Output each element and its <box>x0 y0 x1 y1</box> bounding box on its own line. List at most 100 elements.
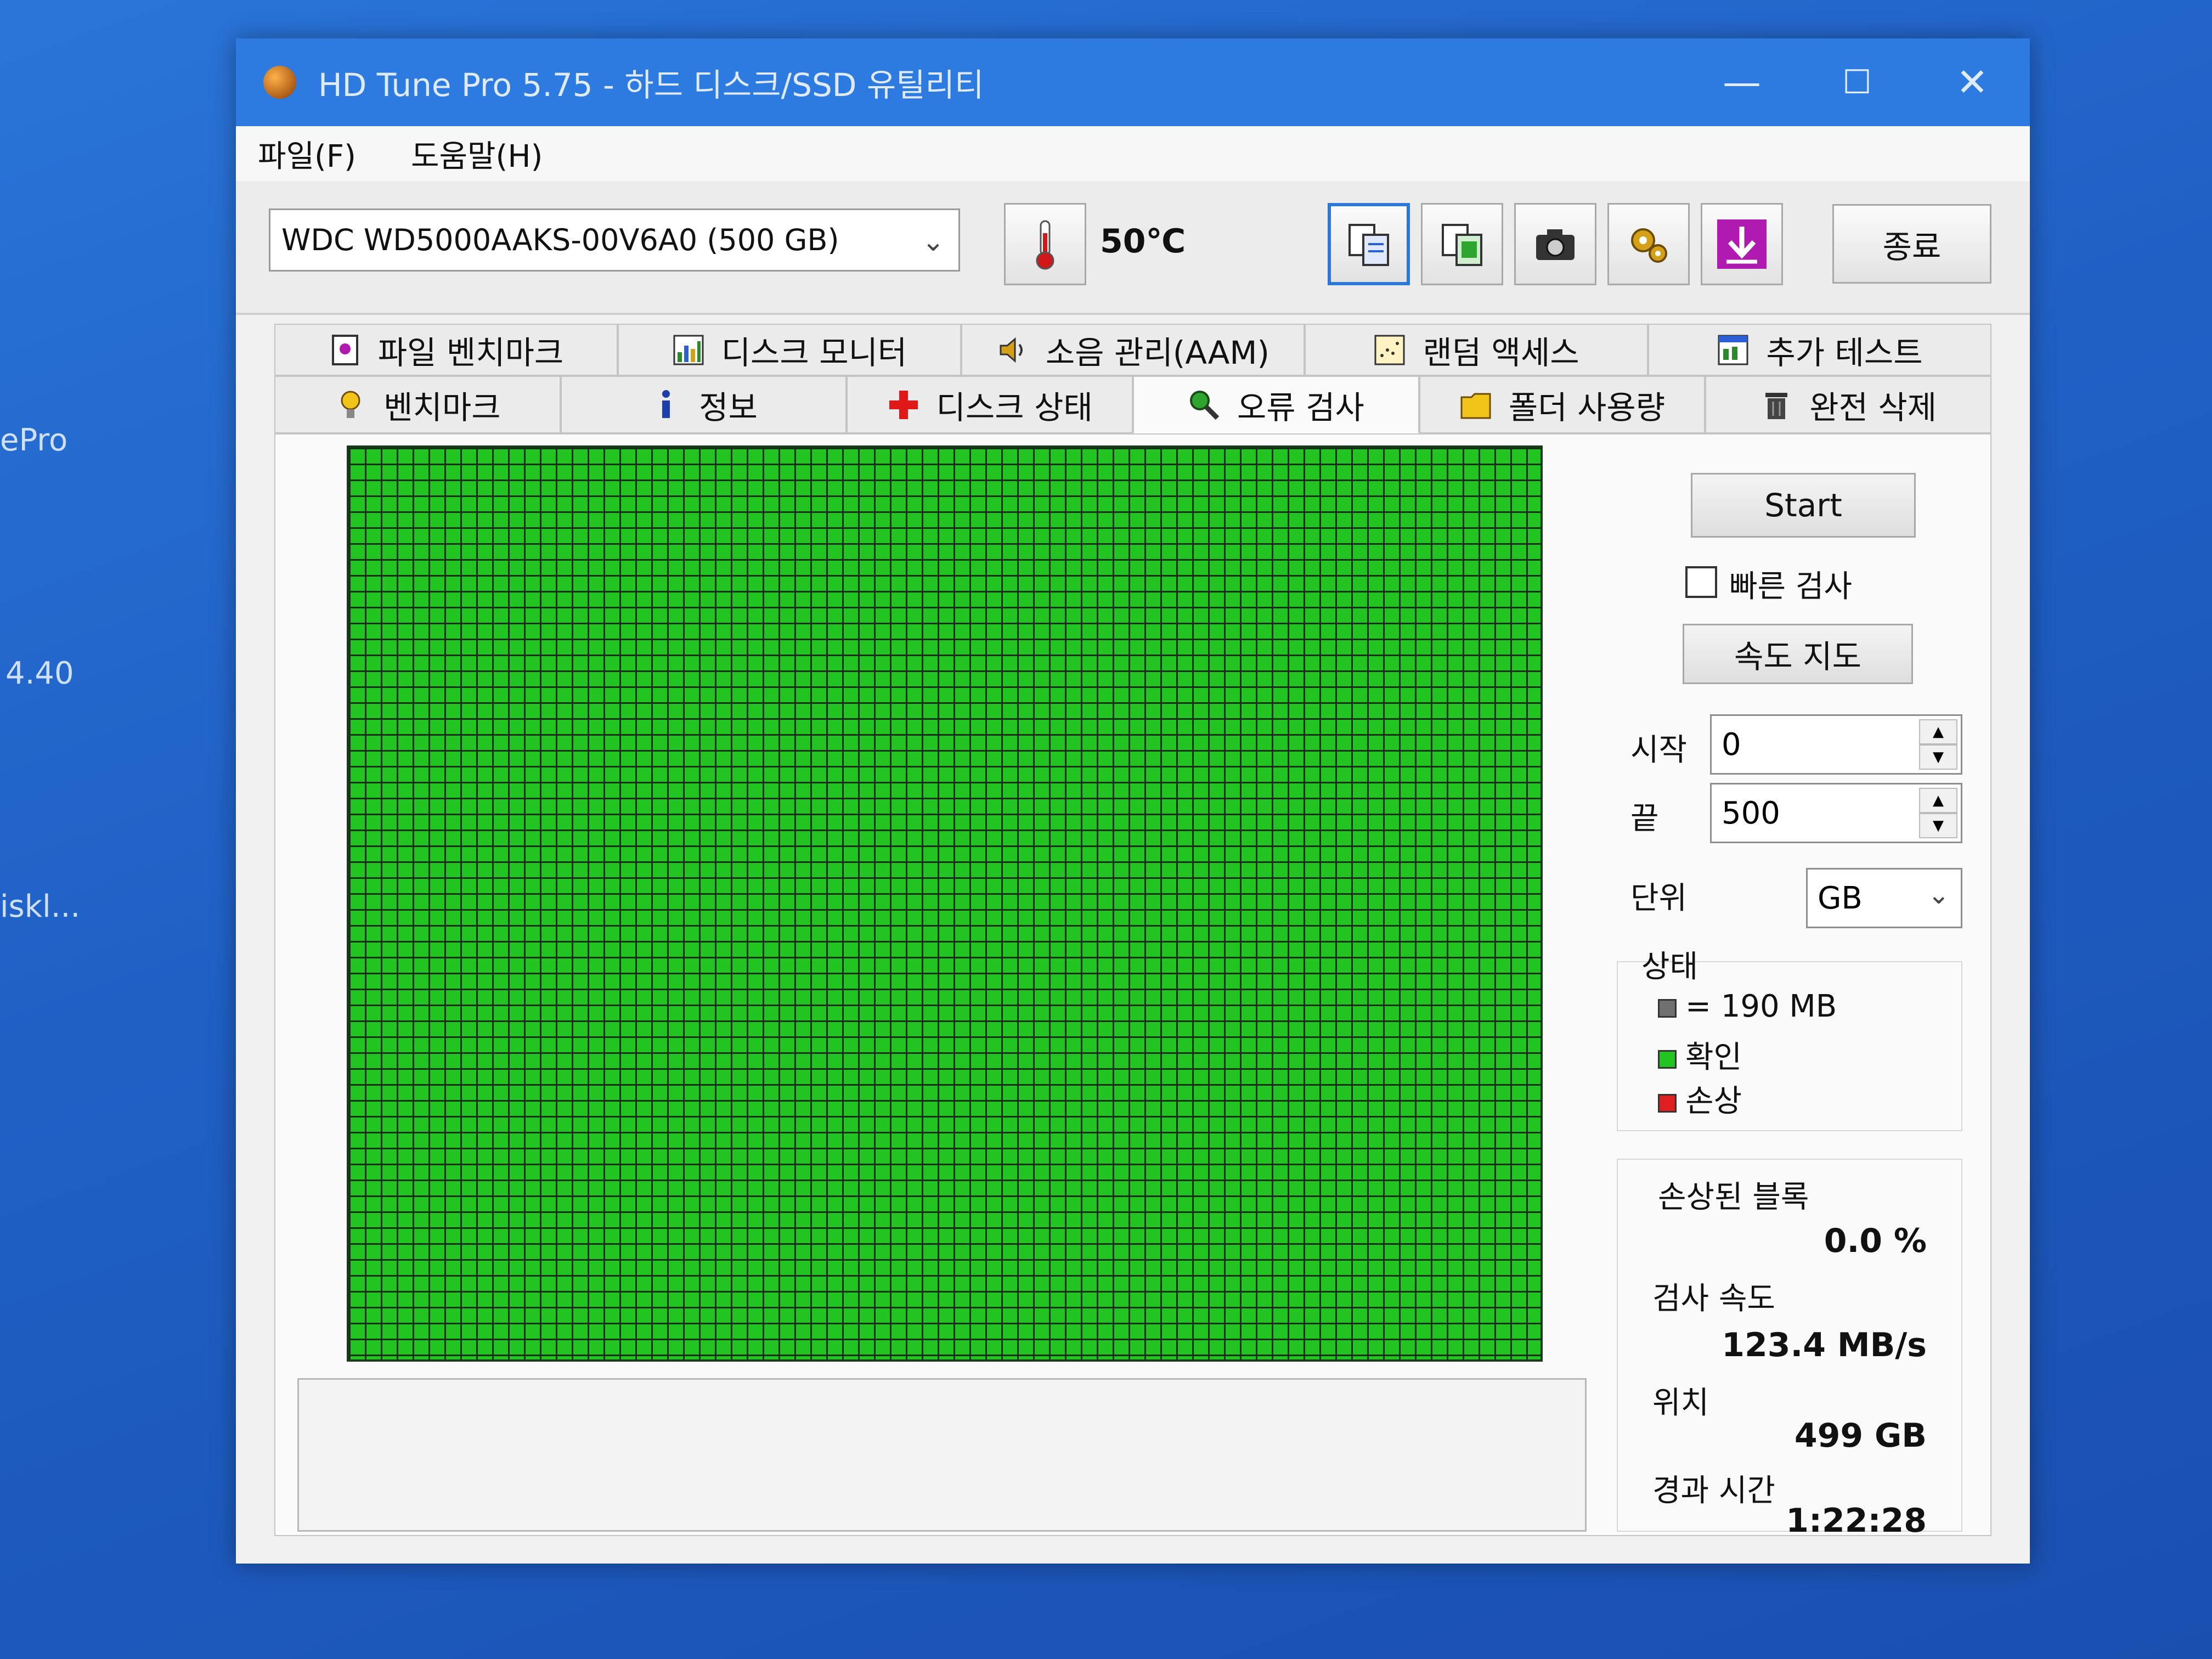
window-title: HD Tune Pro 5.75 - 하드 디스크/SSD 유틸리티 <box>318 66 984 104</box>
menu-file[interactable]: 파일(F) <box>258 132 356 176</box>
unit-select[interactable]: GB ⌄ <box>1806 868 1962 928</box>
speed-map-button[interactable]: 속도 지도 <box>1683 624 1913 684</box>
exit-button[interactable]: 종료 <box>1832 204 1991 284</box>
magnifier-icon <box>1188 388 1221 421</box>
lightbulb-icon <box>334 388 367 421</box>
status-title: 상태 <box>1641 949 1699 985</box>
hdtune-window: HD Tune Pro 5.75 - 하드 디스크/SSD 유틸리티 — ☐ ✕… <box>236 38 2030 1564</box>
legend-ok-swatch <box>1658 1049 1677 1069</box>
legend-block-text: = 190 MB <box>1685 989 1837 1024</box>
settings-gears-icon <box>1631 228 1667 263</box>
scan-speed-label: 검사 속도 <box>1652 1281 1775 1317</box>
tab-erase[interactable]: 완전 삭제 <box>1705 376 1992 433</box>
quick-scan-label: 빠른 검사 <box>1729 569 1852 605</box>
start-field-label: 시작 <box>1630 732 1688 768</box>
tab-error-scan[interactable]: 오류 검사 <box>1133 376 1419 433</box>
tab-disk-monitor[interactable]: 디스크 모니터 <box>618 324 961 376</box>
unit-label: 단위 <box>1630 881 1688 916</box>
unit-select-value: GB <box>1818 880 1863 916</box>
tab-label: 디스크 상태 <box>936 388 1093 426</box>
download-arrow-icon <box>1717 219 1767 269</box>
camera-icon <box>1536 229 1575 260</box>
tab-label: 정보 <box>699 388 758 426</box>
menu-help[interactable]: 도움말(H) <box>411 132 543 176</box>
tab-folder-usage[interactable]: 폴더 사용량 <box>1419 376 1706 433</box>
tab-info[interactable]: 정보 <box>560 376 847 433</box>
temperature-button[interactable] <box>1004 203 1086 285</box>
desktop-icon-label[interactable]: iskl... <box>0 889 80 924</box>
legend-damaged-text: 손상 <box>1685 1084 1742 1119</box>
chevron-up-icon[interactable]: ▲ <box>1919 788 1957 813</box>
end-input[interactable]: 500 ▲ ▼ <box>1710 783 1962 843</box>
tab-benchmark[interactable]: 벤치마크 <box>274 376 561 433</box>
tab-label: 오류 검사 <box>1237 388 1364 426</box>
tab-row-bottom: 벤치마크 정보 디스크 상태 오류 검사 폴더 사용량 완전 삭제 <box>274 376 1992 433</box>
scan-speed-value: 123.4 MB/s <box>1722 1326 1927 1364</box>
start-input[interactable]: 0 ▲ ▼ <box>1710 714 1962 775</box>
quick-scan-checkbox[interactable] <box>1685 566 1717 598</box>
folder-icon <box>1459 388 1492 421</box>
chevron-down-icon[interactable]: ▼ <box>1919 744 1957 770</box>
damaged-blocks-value: 0.0 % <box>1824 1222 1927 1260</box>
tab-label: 파일 벤치마크 <box>377 334 564 371</box>
tab-label: 랜덤 액세스 <box>1423 334 1579 371</box>
health-cross-icon <box>887 388 920 421</box>
legend-block-size: = 190 MB <box>1658 989 1837 1024</box>
error-scan-panel: Start 빠른 검사 속도 지도 시작 0 ▲ ▼ 끝 500 ▲ ▼ 단위 GB… <box>274 433 1991 1540</box>
tab-extra-tests[interactable]: 추가 테스트 <box>1648 324 1991 376</box>
copy-text-button[interactable] <box>1328 203 1410 285</box>
file-benchmark-icon <box>329 334 362 366</box>
copy-icon <box>1348 224 1389 266</box>
end-input-value: 500 <box>1722 795 1780 831</box>
start-input-value: 0 <box>1722 726 1741 763</box>
disk-monitor-icon <box>672 334 705 366</box>
error-scan-controls: Start 빠른 검사 속도 지도 시작 0 ▲ ▼ 끝 500 ▲ ▼ 단위 GB… <box>1614 435 1987 1540</box>
legend-ok: 확인 <box>1658 1032 1742 1077</box>
tab-health[interactable]: 디스크 상태 <box>847 376 1133 433</box>
drive-select[interactable]: WDC WD5000AAKS-00V6A0 (500 GB) ⌄ <box>269 208 960 272</box>
drive-select-value: WDC WD5000AAKS-00V6A0 (500 GB) <box>281 223 839 257</box>
legend-ok-text: 확인 <box>1685 1040 1742 1075</box>
chevron-down-icon: ⌄ <box>1927 879 1950 910</box>
log-area <box>297 1378 1587 1532</box>
speaker-icon <box>996 334 1029 366</box>
screenshot-button[interactable] <box>1514 203 1596 285</box>
chevron-up-icon[interactable]: ▲ <box>1919 719 1957 744</box>
block-map <box>347 445 1543 1362</box>
tab-aam[interactable]: 소음 관리(AAM) <box>961 324 1305 376</box>
hdtune-app-icon <box>263 66 296 99</box>
end-field-label: 끝 <box>1630 801 1659 837</box>
trash-icon <box>1760 388 1793 421</box>
options-button[interactable] <box>1607 203 1690 285</box>
tab-random-access[interactable]: 랜덤 액세스 <box>1305 324 1648 376</box>
tab-label: 완전 삭제 <box>1809 388 1937 426</box>
desktop-icon-label[interactable]: ePro <box>0 422 67 458</box>
tab-label: 디스크 모니터 <box>721 334 907 371</box>
maximize-button[interactable]: ☐ <box>1799 38 1915 126</box>
tab-label: 벤치마크 <box>383 388 501 426</box>
minimize-button[interactable]: — <box>1684 38 1799 126</box>
start-spinner[interactable]: ▲ ▼ <box>1919 719 1957 770</box>
chevron-down-icon[interactable]: ▼ <box>1919 813 1957 838</box>
copy-image-icon <box>1442 224 1482 266</box>
info-icon <box>650 388 682 421</box>
position-value: 499 GB <box>1794 1417 1927 1455</box>
tab-row-top: 파일 벤치마크 디스크 모니터 소음 관리(AAM) 랜덤 액세스 추가 테스트 <box>274 324 1991 376</box>
title-bar[interactable]: HD Tune Pro 5.75 - 하드 디스크/SSD 유틸리티 — ☐ ✕ <box>236 38 2030 126</box>
tab-label: 소음 관리(AAM) <box>1045 334 1270 371</box>
random-access-icon <box>1373 334 1406 366</box>
save-button[interactable] <box>1701 203 1783 285</box>
chevron-down-icon: ⌄ <box>922 225 945 257</box>
legend-damaged-swatch <box>1658 1093 1677 1113</box>
tab-file-benchmark[interactable]: 파일 벤치마크 <box>274 324 618 376</box>
close-button[interactable]: ✕ <box>1915 38 2030 126</box>
start-button[interactable]: Start <box>1691 473 1916 538</box>
copy-screenshot-button[interactable] <box>1421 203 1503 285</box>
toolbar: WDC WD5000AAKS-00V6A0 (500 GB) ⌄ 50℃ 종료 <box>236 181 2030 315</box>
desktop-icon-label[interactable]: 4.40 <box>5 656 74 691</box>
temperature-value: 50℃ <box>1100 222 1186 261</box>
end-spinner[interactable]: ▲ ▼ <box>1919 788 1957 838</box>
menu-bar: 파일(F) 도움말(H) <box>236 126 2030 181</box>
legend-block-swatch <box>1658 998 1677 1018</box>
damaged-blocks-label: 손상된 블록 <box>1658 1180 1809 1215</box>
